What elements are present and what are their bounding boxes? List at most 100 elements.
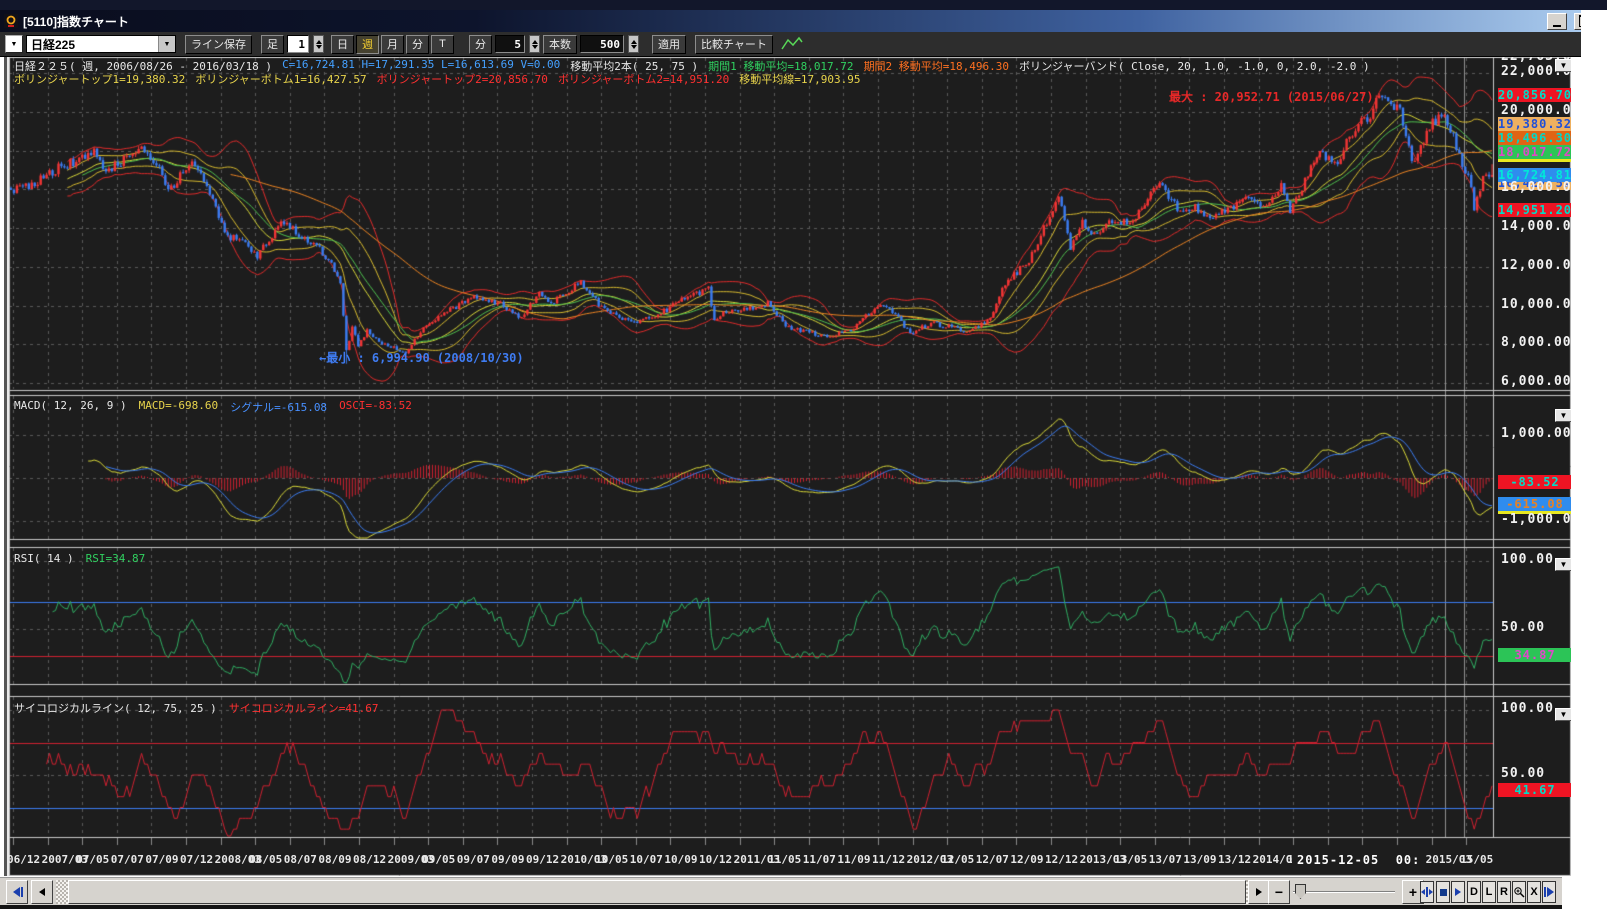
count-spinner[interactable]: [628, 35, 639, 53]
date-tick-label: 09/07: [457, 853, 490, 866]
step-forward-button[interactable]: [1542, 881, 1556, 903]
psychological-scale-dropdown-button[interactable]: ▼: [1555, 708, 1571, 721]
period-button-T[interactable]: T: [431, 35, 454, 54]
main-scale-dropdown-button[interactable]: ▼: [1555, 59, 1571, 72]
titlebar: [5110]指数チャート: [0, 10, 1581, 32]
header-segment: RSI=34.87: [86, 552, 146, 565]
period-button-週[interactable]: 週: [356, 35, 379, 54]
header-segment: ボリンジャーボトム2=14,951.20: [558, 71, 729, 87]
symbol-select[interactable]: 日経225 ▼: [26, 35, 176, 53]
axis-value-badge: 18,496.30: [1498, 131, 1571, 145]
date-tick-label: 11/12: [872, 853, 905, 866]
date-tick-label: 13/05: [1114, 853, 1147, 866]
stop-button[interactable]: [1436, 881, 1450, 903]
d-mode-button[interactable]: D: [1467, 881, 1481, 903]
date-tick-label: 12/12: [1045, 853, 1078, 866]
axis-label: 20,000.00: [1501, 104, 1571, 118]
scrollbar-thumb[interactable]: [68, 880, 1246, 904]
scroll-left-button[interactable]: [31, 880, 53, 904]
minute-spinner[interactable]: [529, 35, 540, 53]
scrollbar-track[interactable]: [56, 880, 1248, 904]
header-segment: MACD( 12, 26, 9 ): [14, 399, 127, 415]
macd-scale-dropdown-button[interactable]: ▼: [1555, 409, 1571, 422]
stop-icon: [1440, 889, 1447, 896]
slider-thumb[interactable]: [1295, 884, 1306, 899]
header-segment: シグナル=-615.08: [230, 399, 327, 415]
symbol-dropdown-arrow-icon[interactable]: ▼: [158, 36, 175, 52]
period-button-分[interactable]: 分: [406, 35, 429, 54]
close-tool-button[interactable]: X: [1527, 881, 1541, 903]
period-button-日[interactable]: 日: [331, 35, 354, 54]
slider-track: [1293, 891, 1395, 893]
axis-label: 50.00: [1501, 767, 1571, 781]
app-window: [5110]指数チャート ▼ 日経225 ▼ ライン保存 足 1 日週月分T 分…: [0, 10, 1581, 909]
bar-interval-value: 1: [298, 38, 305, 51]
count-input[interactable]: 500: [580, 35, 624, 53]
zoom-tool-button[interactable]: [1512, 881, 1526, 903]
psychological-header: サイコロジカルライン( 12, 75, 25 )サイコロジカルライン=41.67: [14, 700, 378, 716]
maximize-button[interactable]: [1574, 13, 1581, 30]
fit-width-button[interactable]: [1420, 881, 1434, 903]
window-title: [5110]指数チャート: [23, 13, 1542, 30]
date-tick-label: 11/07: [803, 853, 836, 866]
chart-canvas[interactable]: [9, 57, 1571, 876]
date-tick-label: 07/05: [76, 853, 109, 866]
date-tick-label: 10/07: [630, 853, 663, 866]
scroll-right-button[interactable]: [1248, 880, 1270, 904]
header-segment: 期間2 移動平均=18,496.30: [864, 58, 1009, 74]
axis-value-badge: -83.52: [1498, 475, 1571, 489]
apply-button[interactable]: 適用: [652, 35, 686, 54]
spin-up-icon: [316, 40, 322, 44]
scroll-to-start-button[interactable]: [6, 880, 28, 904]
toolbar: ▼ 日経225 ▼ ライン保存 足 1 日週月分T 分 5 本数 500 適用 …: [0, 32, 1581, 57]
date-tick-label: 12/07: [976, 853, 1009, 866]
axis-label: 10,000.00: [1501, 298, 1571, 312]
date-tick-label: 07/12: [180, 853, 213, 866]
spin-up-icon: [532, 40, 538, 44]
max-price-annotation: 最大 : 20,952.71 (2015/06/27): [1169, 88, 1374, 105]
header-segment: ボリンジャートップ2=20,856.70: [377, 71, 548, 87]
header-segment: MACD=-698.60: [139, 399, 218, 415]
date-tick-label: 06/12: [7, 853, 40, 866]
date-tick-label: 09/05: [422, 853, 455, 866]
axis-label: 16,000.00: [1501, 181, 1571, 195]
date-tick-label: 13/12: [1218, 853, 1251, 866]
date-tick-label: 10/12: [699, 853, 732, 866]
magnifier-icon: [1513, 886, 1525, 898]
rsi-scale-dropdown-button[interactable]: ▼: [1555, 558, 1571, 571]
bar-arrow-left-icon: [10, 887, 24, 897]
symbol-history-dropdown-button[interactable]: ▼: [5, 35, 23, 53]
bar-interval-input[interactable]: 1: [287, 35, 309, 53]
bottom-scrollbar: − + D L R X: [0, 877, 1562, 905]
date-tick-label: 08/09: [318, 853, 351, 866]
minimize-button[interactable]: [1547, 13, 1567, 30]
bar-width-slider[interactable]: [1293, 882, 1395, 902]
date-tick-label: 09/09: [491, 853, 524, 866]
cursor-date-readout: 2015-12-05 00:: [1292, 853, 1425, 867]
header-segment: OSCI=-83.52: [339, 399, 412, 415]
date-tick-label: 11/05: [768, 853, 801, 866]
window-bottom-edge: [0, 905, 1562, 909]
chart-region: 日経２２５( 週, 2006/08/26 - 2016/03/18 )C=16,…: [7, 57, 1571, 876]
trendline-tool-icon[interactable]: [780, 36, 804, 52]
date-tick-label: 13/09: [1183, 853, 1216, 866]
date-tick-label: 07/07: [111, 853, 144, 866]
count-label: 本数: [543, 35, 577, 54]
r-mode-button[interactable]: R: [1497, 881, 1511, 903]
l-mode-button[interactable]: L: [1482, 881, 1496, 903]
fit-width-icon: [1421, 887, 1433, 897]
date-tick-label: 10/09: [664, 853, 697, 866]
play-button[interactable]: [1451, 881, 1465, 903]
date-tick-label: 08/12: [353, 853, 386, 866]
axis-label: 1,000.00: [1501, 427, 1571, 441]
save-line-button[interactable]: ライン保存: [185, 35, 252, 54]
zoom-out-button[interactable]: −: [1268, 880, 1290, 904]
compare-chart-button[interactable]: 比較チャート: [695, 35, 773, 54]
minute-input[interactable]: 5: [495, 35, 525, 53]
header-segment: ボリンジャーバンド( Close, 20, 1.0, -1.0, 0, 2.0,…: [1019, 58, 1370, 74]
axis-value-badge: 34.87: [1498, 648, 1571, 662]
bar-interval-spinner[interactable]: [313, 35, 324, 53]
app-icon: [4, 14, 18, 28]
date-tick-label: 07/09: [145, 853, 178, 866]
period-button-月[interactable]: 月: [381, 35, 404, 54]
